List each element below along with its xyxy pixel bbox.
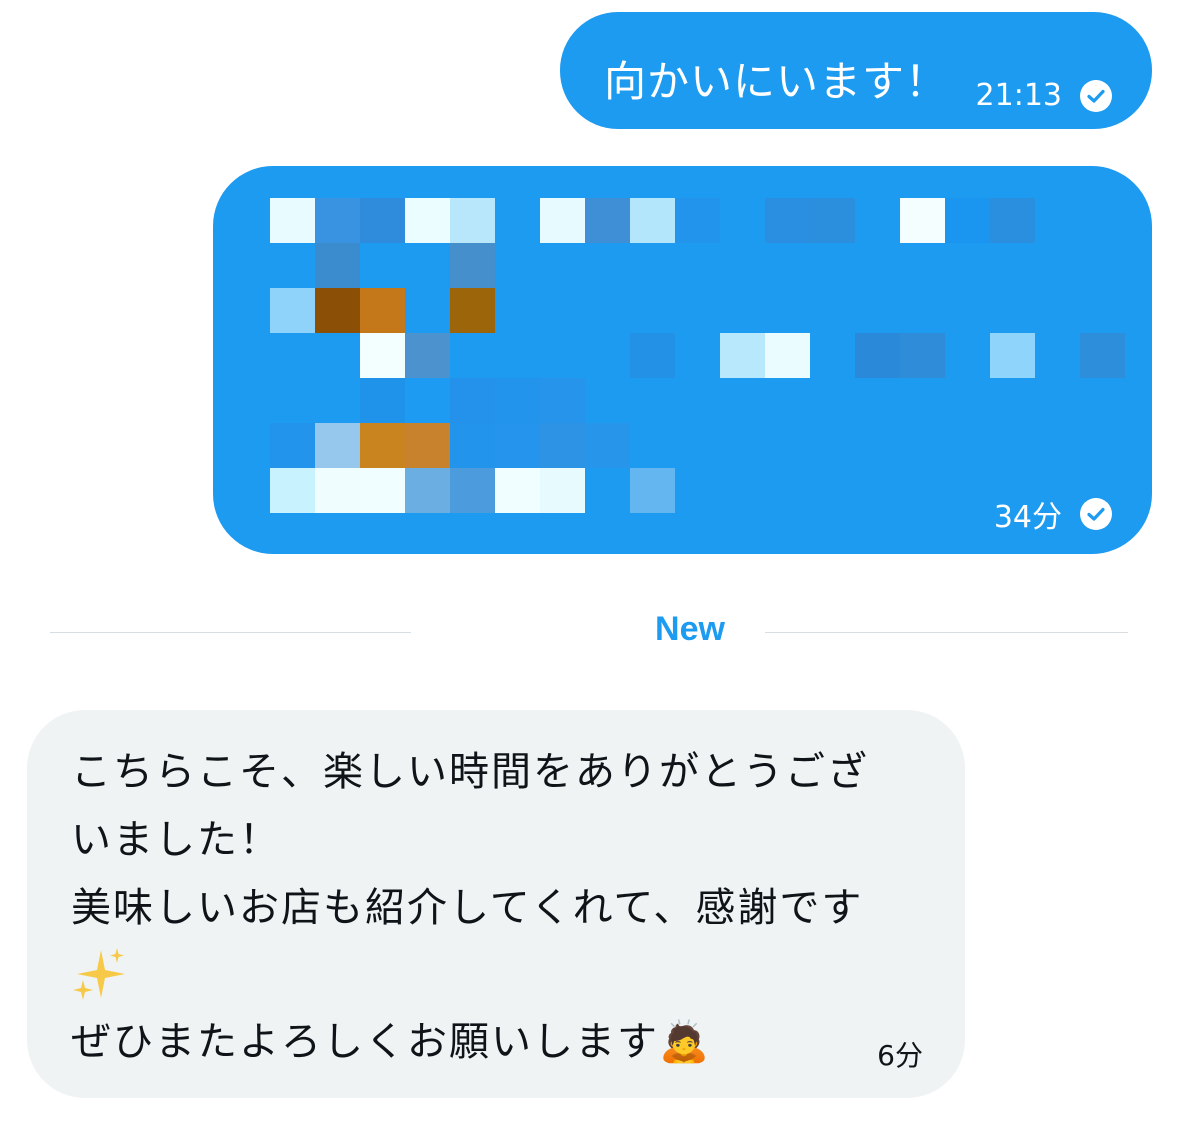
- mosaic-pixel: [270, 423, 315, 468]
- mosaic-pixel: [630, 468, 675, 513]
- sent-message-bubble-pixelated[interactable]: 34分: [213, 166, 1152, 554]
- mosaic-pixel: [900, 198, 945, 243]
- mosaic-pixel: [495, 378, 540, 423]
- mosaic-pixel: [270, 288, 315, 333]
- mosaic-pixel: [360, 378, 405, 423]
- mosaic-pixel: [630, 333, 675, 378]
- mosaic-pixel: [540, 468, 585, 513]
- mosaic-pixel: [360, 423, 405, 468]
- mosaic-pixel: [450, 378, 495, 423]
- mosaic-pixel: [450, 468, 495, 513]
- mosaic-pixel: [270, 468, 315, 513]
- mosaic-pixel: [450, 198, 495, 243]
- mosaic-pixel: [540, 423, 585, 468]
- mosaic-pixel: [405, 333, 450, 378]
- message-line: こちらこそ、楽しい時間をありがとうござ: [71, 749, 869, 795]
- mosaic-pixel: [540, 378, 585, 423]
- message-line-last: ぜひまたよろしくお願いします🙇: [71, 1012, 711, 1072]
- mosaic-pixel: [405, 198, 450, 243]
- mosaic-pixel: [540, 198, 585, 243]
- mosaic-pixel: [360, 288, 405, 333]
- mosaic-pixel: [495, 423, 540, 468]
- mosaic-pixel: [360, 333, 405, 378]
- mosaic-pixel: [315, 198, 360, 243]
- mosaic-pixel: [495, 468, 540, 513]
- mosaic-pixel: [1080, 333, 1125, 378]
- mosaic-pixel: [855, 333, 900, 378]
- mosaic-pixel: [720, 333, 765, 378]
- mosaic-pixel: [315, 243, 360, 288]
- divider-line-left: [50, 632, 411, 633]
- mosaic-pixel: [405, 378, 450, 423]
- new-messages-label: New: [655, 610, 725, 648]
- mosaic-pixel: [585, 198, 630, 243]
- mosaic-pixel: [315, 468, 360, 513]
- mosaic-pixel: [585, 423, 630, 468]
- mosaic-pixel: [630, 198, 675, 243]
- message-time: 6分: [877, 1039, 923, 1072]
- mosaic-pixel: [270, 198, 315, 243]
- mosaic-pixel: [315, 288, 360, 333]
- mosaic-pixel: [450, 288, 495, 333]
- message-text: 向かいにいます！: [604, 57, 949, 106]
- mosaic-pixel: [450, 423, 495, 468]
- mosaic-pixel: [315, 423, 360, 468]
- message-meta: 21:13: [976, 78, 1112, 113]
- message-line: 美味しいお店も紹介してくれて、感謝です: [71, 885, 864, 931]
- mosaic-pixel: [360, 198, 405, 243]
- sparkles-icon: [71, 946, 131, 1006]
- mosaic-pixel: [360, 468, 405, 513]
- read-check-icon: [1080, 498, 1112, 530]
- mosaic-pixel: [990, 333, 1035, 378]
- divider-line-right: [765, 632, 1128, 633]
- mosaic-pixel: [810, 198, 855, 243]
- received-message-bubble[interactable]: こちらこそ、楽しい時間をありがとうござ いました！ 美味しいお店も紹介してくれて…: [27, 710, 965, 1098]
- mosaic-pixel: [945, 198, 990, 243]
- message-time: 34分: [993, 500, 1062, 535]
- mosaic-pixel: [765, 333, 810, 378]
- mosaic-pixel: [405, 468, 450, 513]
- mosaic-pixel: [405, 423, 450, 468]
- mosaic-pixel: [900, 333, 945, 378]
- sent-message-bubble[interactable]: 向かいにいます！ 21:13: [560, 12, 1152, 129]
- read-check-icon: [1080, 79, 1112, 112]
- message-line: いました！: [71, 817, 281, 863]
- mosaic-pixel: [450, 243, 495, 288]
- message-meta: 34分: [994, 492, 1112, 536]
- message-time: 21:13: [975, 78, 1062, 113]
- mosaic-pixel: [765, 198, 810, 243]
- message-line-text: ぜひまたよろしくお願いします🙇: [71, 1019, 711, 1065]
- mosaic-pixel: [675, 198, 720, 243]
- mosaic-pixel: [990, 198, 1035, 243]
